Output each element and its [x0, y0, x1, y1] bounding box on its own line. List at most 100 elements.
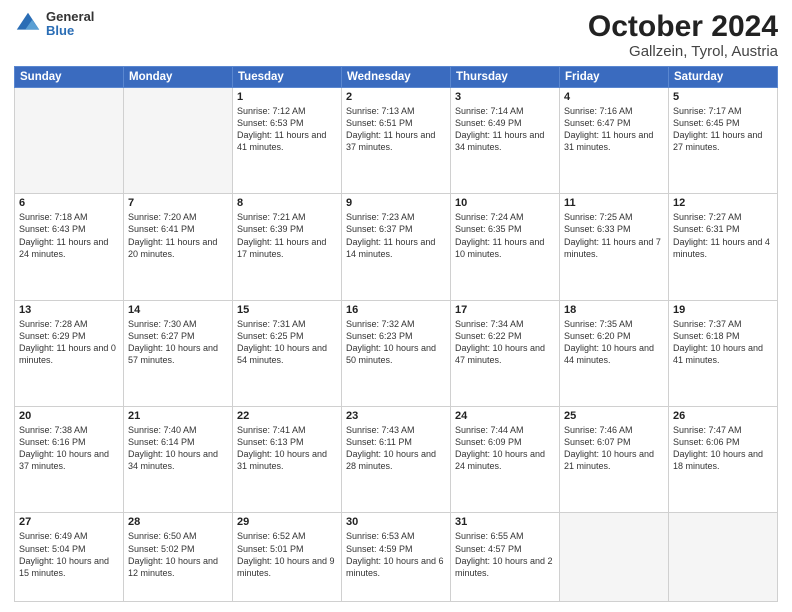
day-info: Sunrise: 6:50 AMSunset: 5:02 PMDaylight:…: [128, 530, 228, 579]
day-info: Sunrise: 7:14 AMSunset: 6:49 PMDaylight:…: [455, 105, 555, 154]
day-cell: 29 Sunrise: 6:52 AMSunset: 5:01 PMDayligh…: [233, 513, 342, 602]
day-info: Sunrise: 7:44 AMSunset: 6:09 PMDaylight:…: [455, 424, 555, 473]
day-info: Sunrise: 7:32 AMSunset: 6:23 PMDaylight:…: [346, 318, 446, 367]
day-number: 6: [19, 197, 119, 209]
day-cell: 20Sunrise: 7:38 AMSunset: 6:16 PMDayligh…: [15, 407, 124, 513]
day-info: Sunrise: 6:53 AMSunset: 4:59 PMDaylight:…: [346, 530, 446, 579]
day-cell: 19 Sunrise: 7:37 AMSunset: 6:18 PMDayligh…: [669, 300, 778, 406]
day-cell: [560, 513, 669, 602]
day-cell: 22 Sunrise: 7:41 AMSunset: 6:13 PMDayligh…: [233, 407, 342, 513]
day-info: Sunrise: 7:12 AMSunset: 6:53 PMDaylight:…: [237, 105, 337, 154]
day-number: 7: [128, 197, 228, 209]
day-number: 25: [564, 410, 664, 422]
day-number: 26: [673, 410, 773, 422]
day-cell: 5Sunrise: 7:17 AMSunset: 6:45 PMDaylight…: [669, 88, 778, 194]
calendar-table: SundayMondayTuesdayWednesdayThursdayFrid…: [14, 66, 778, 602]
day-cell: 16 Sunrise: 7:32 AMSunset: 6:23 PMDayligh…: [342, 300, 451, 406]
weekday-header-row: SundayMondayTuesdayWednesdayThursdayFrid…: [15, 67, 778, 88]
day-cell: 28 Sunrise: 6:50 AMSunset: 5:02 PMDayligh…: [124, 513, 233, 602]
week-row: 27 Sunrise: 6:49 AMSunset: 5:04 PMDayligh…: [15, 513, 778, 602]
day-info: Sunrise: 6:52 AMSunset: 5:01 PMDaylight:…: [237, 530, 337, 579]
day-number: 4: [564, 91, 664, 103]
day-number: 11: [564, 197, 664, 209]
day-cell: 27 Sunrise: 6:49 AMSunset: 5:04 PMDayligh…: [15, 513, 124, 602]
day-number: 15: [237, 304, 337, 316]
day-cell: 14Sunrise: 7:30 AMSunset: 6:27 PMDayligh…: [124, 300, 233, 406]
day-cell: 6Sunrise: 7:18 AMSunset: 6:43 PMDaylight…: [15, 194, 124, 300]
day-info: Sunrise: 7:41 AMSunset: 6:13 PMDaylight:…: [237, 424, 337, 473]
day-number: 22: [237, 410, 337, 422]
day-info: Sunrise: 7:28 AMSunset: 6:29 PMDaylight:…: [19, 318, 119, 367]
day-cell: 2Sunrise: 7:13 AMSunset: 6:51 PMDaylight…: [342, 88, 451, 194]
calendar-title: October 2024: [588, 10, 778, 43]
day-cell: 15Sunrise: 7:31 AMSunset: 6:25 PMDayligh…: [233, 300, 342, 406]
day-cell: 17 Sunrise: 7:34 AMSunset: 6:22 PMDayligh…: [451, 300, 560, 406]
day-number: 18: [564, 304, 664, 316]
weekday-tuesday: Tuesday: [233, 67, 342, 88]
day-cell: 24 Sunrise: 7:44 AMSunset: 6:09 PMDayligh…: [451, 407, 560, 513]
day-cell: 3 Sunrise: 7:14 AMSunset: 6:49 PMDaylight…: [451, 88, 560, 194]
day-number: 24: [455, 410, 555, 422]
day-cell: 10Sunrise: 7:24 AMSunset: 6:35 PMDayligh…: [451, 194, 560, 300]
weekday-thursday: Thursday: [451, 67, 560, 88]
day-info: Sunrise: 7:16 AMSunset: 6:47 PMDaylight:…: [564, 105, 664, 154]
day-info: Sunrise: 7:30 AMSunset: 6:27 PMDaylight:…: [128, 318, 228, 367]
weekday-saturday: Saturday: [669, 67, 778, 88]
day-info: Sunrise: 7:38 AMSunset: 6:16 PMDaylight:…: [19, 424, 119, 473]
weekday-friday: Friday: [560, 67, 669, 88]
day-info: Sunrise: 7:27 AMSunset: 6:31 PMDaylight:…: [673, 211, 773, 260]
day-cell: [124, 88, 233, 194]
day-info: Sunrise: 7:34 AMSunset: 6:22 PMDaylight:…: [455, 318, 555, 367]
day-cell: 8Sunrise: 7:21 AMSunset: 6:39 PMDaylight…: [233, 194, 342, 300]
day-cell: 11Sunrise: 7:25 AMSunset: 6:33 PMDayligh…: [560, 194, 669, 300]
day-info: Sunrise: 7:40 AMSunset: 6:14 PMDaylight:…: [128, 424, 228, 473]
day-info: Sunrise: 7:20 AMSunset: 6:41 PMDaylight:…: [128, 211, 228, 260]
title-block: October 2024 Gallzein, Tyrol, Austria: [588, 10, 778, 60]
day-number: 1: [237, 91, 337, 103]
day-info: Sunrise: 7:17 AMSunset: 6:45 PMDaylight:…: [673, 105, 773, 154]
day-number: 17: [455, 304, 555, 316]
day-number: 19: [673, 304, 773, 316]
day-cell: 23Sunrise: 7:43 AMSunset: 6:11 PMDayligh…: [342, 407, 451, 513]
day-info: Sunrise: 7:37 AMSunset: 6:18 PMDaylight:…: [673, 318, 773, 367]
day-cell: 26 Sunrise: 7:47 AMSunset: 6:06 PMDayligh…: [669, 407, 778, 513]
day-info: Sunrise: 7:35 AMSunset: 6:20 PMDaylight:…: [564, 318, 664, 367]
day-cell: 1 Sunrise: 7:12 AMSunset: 6:53 PMDaylight…: [233, 88, 342, 194]
logo-general: General: [46, 10, 94, 24]
day-number: 10: [455, 197, 555, 209]
day-cell: 9Sunrise: 7:23 AMSunset: 6:37 PMDaylight…: [342, 194, 451, 300]
day-info: Sunrise: 7:13 AMSunset: 6:51 PMDaylight:…: [346, 105, 446, 154]
day-info: Sunrise: 7:21 AMSunset: 6:39 PMDaylight:…: [237, 211, 337, 260]
logo-icon: [14, 10, 42, 38]
day-info: Sunrise: 7:47 AMSunset: 6:06 PMDaylight:…: [673, 424, 773, 473]
week-row: 1 Sunrise: 7:12 AMSunset: 6:53 PMDaylight…: [15, 88, 778, 194]
weekday-monday: Monday: [124, 67, 233, 88]
page: General Blue October 2024 Gallzein, Tyro…: [0, 0, 792, 612]
day-info: Sunrise: 7:23 AMSunset: 6:37 PMDaylight:…: [346, 211, 446, 260]
calendar-subtitle: Gallzein, Tyrol, Austria: [588, 43, 778, 60]
calendar-body: 1 Sunrise: 7:12 AMSunset: 6:53 PMDaylight…: [15, 88, 778, 602]
day-cell: 7 Sunrise: 7:20 AMSunset: 6:41 PMDaylight…: [124, 194, 233, 300]
weekday-wednesday: Wednesday: [342, 67, 451, 88]
day-info: Sunrise: 6:49 AMSunset: 5:04 PMDaylight:…: [19, 530, 119, 579]
day-number: 3: [455, 91, 555, 103]
logo-text: General Blue: [46, 10, 94, 39]
day-number: 13: [19, 304, 119, 316]
day-number: 21: [128, 410, 228, 422]
day-number: 16: [346, 304, 446, 316]
day-cell: 4 Sunrise: 7:16 AMSunset: 6:47 PMDaylight…: [560, 88, 669, 194]
week-row: 13 Sunrise: 7:28 AMSunset: 6:29 PMDayligh…: [15, 300, 778, 406]
week-row: 20Sunrise: 7:38 AMSunset: 6:16 PMDayligh…: [15, 407, 778, 513]
day-info: Sunrise: 7:43 AMSunset: 6:11 PMDaylight:…: [346, 424, 446, 473]
day-number: 31: [455, 516, 555, 528]
header: General Blue October 2024 Gallzein, Tyro…: [14, 10, 778, 60]
day-number: 29: [237, 516, 337, 528]
day-cell: 30Sunrise: 6:53 AMSunset: 4:59 PMDayligh…: [342, 513, 451, 602]
day-cell: 25 Sunrise: 7:46 AMSunset: 6:07 PMDayligh…: [560, 407, 669, 513]
day-number: 27: [19, 516, 119, 528]
day-cell: [15, 88, 124, 194]
day-cell: 13 Sunrise: 7:28 AMSunset: 6:29 PMDayligh…: [15, 300, 124, 406]
day-info: Sunrise: 7:46 AMSunset: 6:07 PMDaylight:…: [564, 424, 664, 473]
day-number: 28: [128, 516, 228, 528]
day-cell: 21 Sunrise: 7:40 AMSunset: 6:14 PMDayligh…: [124, 407, 233, 513]
